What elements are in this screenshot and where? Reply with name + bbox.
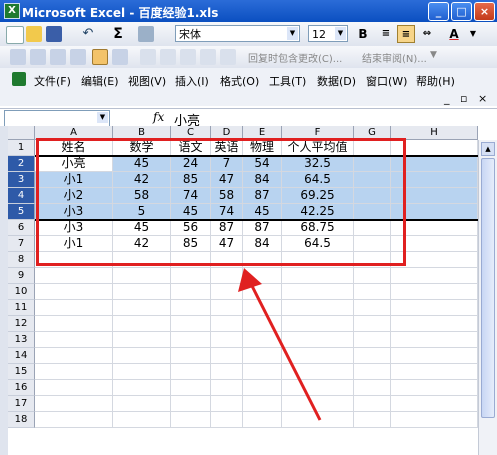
arrow-shaft [248,281,322,421]
red-arrow-annotation [238,268,322,421]
arrow-head [238,268,262,292]
